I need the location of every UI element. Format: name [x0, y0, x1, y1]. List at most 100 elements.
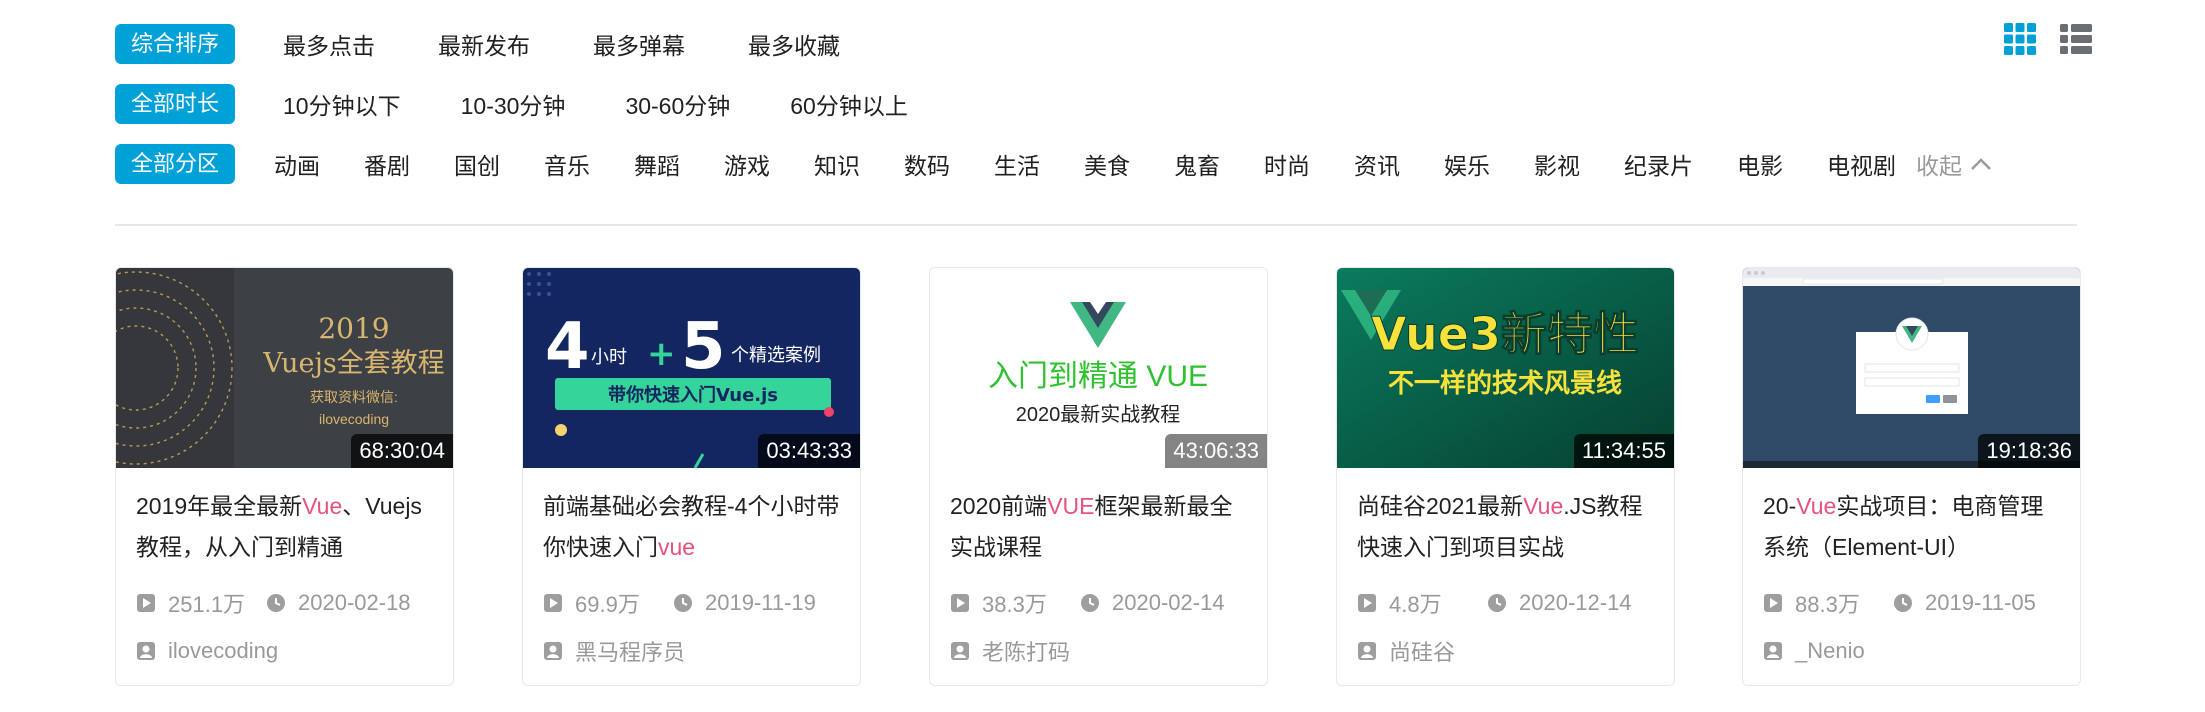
- title-highlight: Vue: [1523, 493, 1564, 519]
- sort-active-pill[interactable]: 综合排序: [115, 24, 236, 64]
- zone-option[interactable]: 音乐: [544, 147, 590, 181]
- thumb-text: 5: [681, 310, 726, 384]
- search-results-page: 综合排序 最多点击 最新发布 最多弹幕 最多收藏 全部时长 10分钟以下 10-…: [0, 0, 2205, 712]
- upload-date: 2020-02-18: [266, 590, 411, 616]
- duration-option-30-60[interactable]: 30-60分钟: [625, 87, 730, 121]
- title-text: 2020前端: [950, 493, 1048, 519]
- title-highlight: VUE: [1047, 493, 1095, 519]
- video-thumbnail[interactable]: 19:18:36: [1743, 268, 2080, 468]
- play-count: 69.9万: [543, 587, 673, 619]
- play-count-value: 38.3万: [982, 592, 1047, 617]
- uploader[interactable]: 黑马程序员: [543, 634, 685, 668]
- uploader[interactable]: 尚硅谷: [1357, 634, 1455, 668]
- list-view-icon: [2060, 24, 2092, 54]
- duration-option-over-60[interactable]: 60分钟以上: [790, 87, 908, 121]
- upload-date-value: 2019-11-19: [705, 590, 816, 615]
- thumb-text: 小时: [591, 347, 627, 367]
- duration-badge: 43:06:33: [1165, 434, 1267, 468]
- sort-option-most-danmaku[interactable]: 最多弹幕: [593, 27, 685, 61]
- video-thumbnail[interactable]: 2019 Vuejs全套教程 获取资料微信: ilovecoding 68:30…: [116, 268, 453, 468]
- video-title[interactable]: 2019年最全最新Vue、Vuejs教程，从入门到精通: [136, 486, 436, 568]
- zone-option[interactable]: 电影: [1737, 147, 1783, 181]
- zone-option[interactable]: 鬼畜: [1174, 147, 1220, 181]
- video-meta: 251.1万 2020-02-18: [136, 586, 411, 620]
- video-title[interactable]: 2020前端VUE框架最新最全实战课程: [950, 486, 1250, 568]
- video-meta: 88.3万 2019-11-05: [1763, 586, 2036, 620]
- upload-date-value: 2020-02-18: [298, 590, 411, 615]
- collapse-label: 收起: [1916, 153, 1963, 179]
- zone-option[interactable]: 动画: [274, 147, 320, 181]
- zone-option[interactable]: 游戏: [724, 147, 770, 181]
- title-text: 2019年最全最新: [136, 493, 303, 519]
- sort-filter-row: 综合排序 最多点击 最新发布 最多弹幕 最多收藏: [115, 24, 903, 64]
- video-meta: 69.9万 2019-11-19: [543, 586, 816, 620]
- uploader-name: _Nenio: [1795, 638, 1865, 663]
- zone-option[interactable]: 电视剧: [1827, 147, 1896, 181]
- zone-option[interactable]: 资讯: [1354, 147, 1400, 181]
- video-thumbnail[interactable]: 4 小时 + 5 个精选案例 带你快速入门Vue.js 03:43:33: [523, 268, 860, 468]
- thumb-text: 个精选案例: [731, 345, 821, 365]
- sort-option-most-clicks[interactable]: 最多点击: [283, 27, 375, 61]
- clock-icon: [1081, 594, 1099, 612]
- duration-badge: 68:30:04: [351, 434, 453, 468]
- duration-option-under-10[interactable]: 10分钟以下: [283, 87, 401, 121]
- grid-view-button[interactable]: [2003, 22, 2037, 56]
- zone-option[interactable]: 舞蹈: [634, 147, 680, 181]
- zone-active-pill[interactable]: 全部分区: [115, 144, 236, 184]
- zone-filter-row: 全部分区 动画 番剧 国创 音乐 舞蹈 游戏 知识 数码 生活 美食 鬼畜 时尚…: [115, 144, 1992, 184]
- uploader-name: ilovecoding: [168, 638, 279, 663]
- sort-option-most-favorites[interactable]: 最多收藏: [748, 27, 840, 61]
- zone-option[interactable]: 国创: [454, 147, 500, 181]
- upload-date-value: 2020-12-14: [1519, 590, 1632, 615]
- view-toggle: [2003, 22, 2093, 56]
- uploader[interactable]: 老陈打码: [950, 634, 1070, 668]
- uploader[interactable]: _Nenio: [1763, 634, 1865, 668]
- clock-icon: [267, 594, 285, 612]
- video-card[interactable]: 入门到精通 VUE 2020最新实战教程 43:06:33 2020前端VUE框…: [929, 267, 1268, 686]
- video-thumbnail[interactable]: 入门到精通 VUE 2020最新实战教程 43:06:33: [930, 268, 1267, 468]
- zone-option[interactable]: 番剧: [364, 147, 410, 181]
- video-card[interactable]: 4 小时 + 5 个精选案例 带你快速入门Vue.js 03:43:33 前端基…: [522, 267, 861, 686]
- zone-option[interactable]: 数码: [904, 147, 950, 181]
- upload-date: 2020-02-14: [1080, 590, 1225, 616]
- upload-date-value: 2020-02-14: [1112, 590, 1225, 615]
- zone-option[interactable]: 娱乐: [1444, 147, 1490, 181]
- thumb-text: 带你快速入门Vue.js: [608, 384, 778, 406]
- zone-option[interactable]: 影视: [1534, 147, 1580, 181]
- duration-badge: 03:43:33: [758, 434, 860, 468]
- thumb-text: Vue3新特性: [1371, 307, 1639, 361]
- thumb-text: 4: [545, 310, 590, 384]
- duration-option-10-30[interactable]: 10-30分钟: [461, 87, 566, 121]
- duration-active-pill[interactable]: 全部时长: [115, 84, 236, 124]
- play-icon: [1764, 594, 1782, 612]
- thumb-text: ilovecoding: [319, 411, 389, 427]
- video-card[interactable]: 19:18:36 20-Vue实战项目：电商管理系统（Element-UI） 8…: [1742, 267, 2081, 686]
- play-count-value: 88.3万: [1795, 592, 1860, 617]
- upload-date-value: 2019-11-05: [1925, 590, 2036, 615]
- uploader[interactable]: ilovecoding: [136, 634, 278, 668]
- video-title[interactable]: 尚硅谷2021最新Vue.JS教程快速入门到项目实战: [1357, 486, 1657, 568]
- zone-option[interactable]: 生活: [994, 147, 1040, 181]
- zone-option[interactable]: 时尚: [1264, 147, 1310, 181]
- collapse-button[interactable]: 收起: [1916, 147, 1992, 181]
- video-card[interactable]: 2019 Vuejs全套教程 获取资料微信: ilovecoding 68:30…: [115, 267, 454, 686]
- play-count-value: 4.8万: [1389, 592, 1442, 617]
- list-view-button[interactable]: [2059, 22, 2093, 56]
- video-title[interactable]: 20-Vue实战项目：电商管理系统（Element-UI）: [1763, 486, 2063, 568]
- zone-option[interactable]: 美食: [1084, 147, 1130, 181]
- title-highlight: Vue: [1796, 493, 1837, 519]
- video-title[interactable]: 前端基础必会教程-4个小时带你快速入门vue: [543, 486, 843, 568]
- duration-filter-row: 全部时长 10分钟以下 10-30分钟 30-60分钟 60分钟以上: [115, 84, 968, 124]
- zone-option[interactable]: 纪录片: [1624, 147, 1693, 181]
- play-icon: [951, 594, 969, 612]
- sort-option-newest[interactable]: 最新发布: [438, 27, 530, 61]
- zone-option[interactable]: 知识: [814, 147, 860, 181]
- user-icon: [544, 642, 562, 660]
- play-count: 4.8万: [1357, 587, 1487, 619]
- user-icon: [137, 642, 155, 660]
- clock-icon: [674, 594, 692, 612]
- title-text: 尚硅谷2021最新: [1357, 493, 1524, 519]
- video-card[interactable]: Vue3新特性 不一样的技术风景线 11:34:55 尚硅谷2021最新Vue.…: [1336, 267, 1675, 686]
- video-thumbnail[interactable]: Vue3新特性 不一样的技术风景线 11:34:55: [1337, 268, 1674, 468]
- upload-date: 2019-11-19: [673, 590, 816, 616]
